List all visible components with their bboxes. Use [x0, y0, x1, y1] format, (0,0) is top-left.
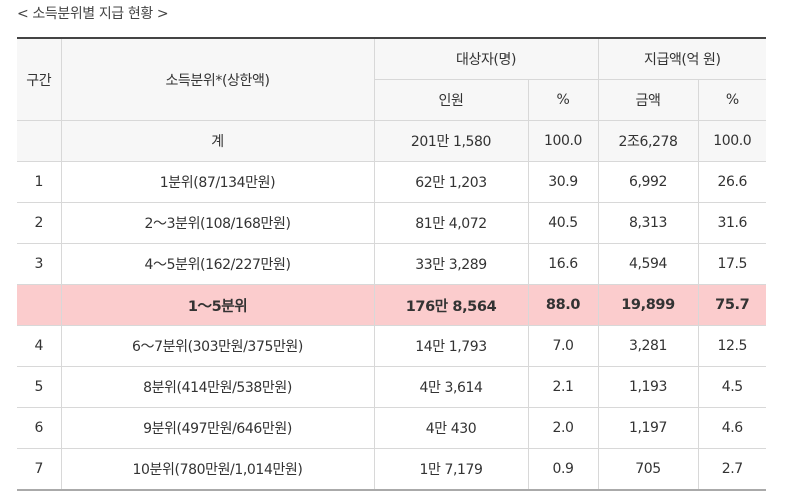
cell-group: 5: [17, 366, 62, 408]
cell-people: 14만 1,793: [373, 325, 529, 367]
cell-pct2: 26.6: [697, 161, 767, 203]
subtotal-row: 1～5분위 176만 8,564 88.0 19,899 75.7: [17, 284, 767, 326]
cell-income: 10분위(780만원/1,014만원): [60, 448, 375, 491]
header-income: 소득분위*(상한액): [60, 37, 375, 121]
cell-pct2: 2.7: [697, 448, 767, 491]
cell-income: 6～7분위(303만원/375만원): [60, 325, 375, 367]
cell-pct1: 88.0: [527, 284, 599, 326]
table-row: 5 8분위(414만원/538만원) 4만 3,614 2.1 1,193 4.…: [17, 366, 767, 408]
cell-group: 3: [17, 243, 62, 285]
cell-amount: 1,197: [597, 407, 699, 449]
header-people: 인원: [374, 79, 529, 121]
cell-pct2: 4.5: [697, 366, 767, 408]
total-empty-cell: [17, 120, 62, 162]
total-people: 201만 1,580: [373, 120, 529, 162]
total-pct2: 100.0: [697, 120, 767, 162]
cell-people: 1만 7,179: [373, 448, 529, 491]
cell-pct2: 75.7: [697, 284, 767, 326]
cell-pct1: 0.9: [527, 448, 599, 491]
table-row: 2 2～3분위(108/168만원) 81만 4,072 40.5 8,313 …: [17, 202, 767, 244]
total-row: 계 201만 1,580 100.0 2조6,278 100.0: [17, 120, 767, 162]
cell-people: 176만 8,564: [373, 284, 529, 326]
cell-pct1: 7.0: [527, 325, 599, 367]
cell-group: 2: [17, 202, 62, 244]
table-row: 1 1분위(87/134만원) 62만 1,203 30.9 6,992 26.…: [17, 161, 767, 203]
cell-pct1: 40.5: [527, 202, 599, 244]
header-amount: 지급액(억 원): [597, 37, 767, 80]
cell-pct1: 2.1: [527, 366, 599, 408]
cell-pct1: 2.0: [527, 407, 599, 449]
cell-group: [17, 284, 62, 326]
cell-amount: 19,899: [597, 284, 699, 326]
table-row: 4 6～7분위(303만원/375만원) 14만 1,793 7.0 3,281…: [17, 325, 767, 367]
table-row: 7 10분위(780만원/1,014만원) 1만 7,179 0.9 705 2…: [17, 448, 767, 491]
cell-pct1: 30.9: [527, 161, 599, 203]
cell-amount: 8,313: [597, 202, 699, 244]
cell-amount: 705: [597, 448, 699, 491]
header-money: 금액: [597, 79, 699, 121]
total-amount: 2조6,278: [597, 120, 699, 162]
cell-group: 4: [17, 325, 62, 367]
cell-income: 1분위(87/134만원): [60, 161, 375, 203]
cell-people: 4만 3,614: [373, 366, 529, 408]
cell-pct2: 31.6: [697, 202, 767, 244]
income-distribution-table: 구간 소득분위*(상한액) 대상자(명) 지급액(억 원) 인원 % 금액 % …: [17, 37, 767, 491]
header-pct1: %: [527, 79, 599, 121]
cell-people: 81만 4,072: [373, 202, 529, 244]
cell-amount: 1,193: [597, 366, 699, 408]
table-row: 6 9분위(497만원/646만원) 4만 430 2.0 1,197 4.6: [17, 407, 767, 449]
cell-pct2: 4.6: [697, 407, 767, 449]
cell-people: 62만 1,203: [373, 161, 529, 203]
cell-income: 1～5분위: [60, 284, 375, 326]
cell-pct2: 12.5: [697, 325, 767, 367]
cell-people: 33만 3,289: [373, 243, 529, 285]
cell-pct1: 16.6: [527, 243, 599, 285]
cell-pct2: 17.5: [697, 243, 767, 285]
cell-income: 2～3분위(108/168만원): [60, 202, 375, 244]
table-caption: < 소득분위별 지급 현황 >: [17, 6, 169, 22]
total-pct1: 100.0: [527, 120, 599, 162]
cell-group: 7: [17, 448, 62, 491]
header-pct2: %: [697, 79, 767, 121]
cell-group: 6: [17, 407, 62, 449]
cell-amount: 4,594: [597, 243, 699, 285]
header-group: 구간: [17, 37, 62, 121]
cell-income: 9분위(497만원/646만원): [60, 407, 375, 449]
cell-people: 4만 430: [373, 407, 529, 449]
header-recipients: 대상자(명): [373, 37, 599, 80]
cell-amount: 3,281: [597, 325, 699, 367]
cell-income: 8분위(414만원/538만원): [60, 366, 375, 408]
cell-amount: 6,992: [597, 161, 699, 203]
total-label: 계: [60, 120, 375, 162]
cell-group: 1: [17, 161, 62, 203]
table-row: 3 4～5분위(162/227만원) 33만 3,289 16.6 4,594 …: [17, 243, 767, 285]
cell-income: 4～5분위(162/227만원): [60, 243, 375, 285]
